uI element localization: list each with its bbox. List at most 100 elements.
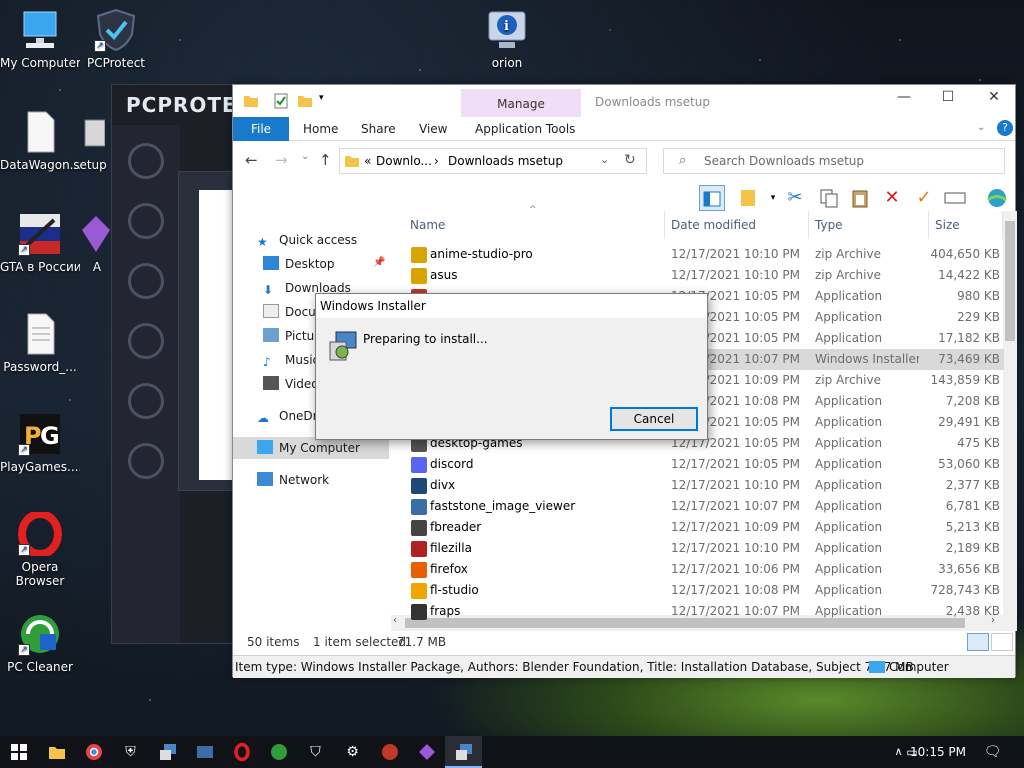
nav-pictures[interactable]: Pictur <box>263 325 319 347</box>
chrome-taskbar-icon[interactable] <box>75 736 112 768</box>
column-header-type[interactable]: Type <box>809 211 929 239</box>
speedometer-icon[interactable] <box>128 263 164 299</box>
tab-manage[interactable]: Manage <box>461 89 581 118</box>
desktop-icon-pc-cleaner[interactable]: ↗ PC Cleaner <box>0 612 80 674</box>
nav-my-computer[interactable]: My Computer <box>233 437 389 459</box>
shield-taskbar-icon[interactable]: ⛨ <box>112 736 149 768</box>
breadcrumb-downloads[interactable]: Downlo... <box>376 154 432 168</box>
scroll-thumb[interactable] <box>1005 221 1015 341</box>
properties-icon[interactable] <box>273 93 289 109</box>
customize-qat-icon[interactable]: ▾ <box>319 93 335 109</box>
windows-installer-taskbar-icon[interactable] <box>445 736 482 768</box>
opera-taskbar-icon[interactable] <box>223 736 260 768</box>
search-input[interactable]: Search Downloads msetup <box>663 148 1005 174</box>
tab-view[interactable]: View <box>419 122 447 136</box>
gear-icon[interactable] <box>128 443 164 479</box>
properties-dropdown-icon[interactable]: ▾ <box>766 185 780 211</box>
installer-taskbar-icon[interactable] <box>149 736 186 768</box>
globe-icon[interactable] <box>984 185 1010 211</box>
notifications-icon[interactable]: 🗨 <box>974 736 1011 768</box>
file-row[interactable]: fraps 12/17/2021 10:07 PM Application 2,438… <box>401 601 1004 622</box>
expand-ribbon-icon[interactable]: ⌄ <box>977 122 985 133</box>
large-icons-view-icon[interactable] <box>991 633 1013 651</box>
new-folder-icon[interactable] <box>297 93 313 109</box>
gem-taskbar-icon[interactable] <box>408 736 445 768</box>
folder-icon[interactable] <box>243 93 259 109</box>
file-row[interactable]: firefox 12/17/2021 10:06 PM Application 33,… <box>401 559 1004 580</box>
cut-icon[interactable]: ✂ <box>782 185 808 211</box>
address-bar[interactable]: « Downlo... › Downloads msetup ⌄ ↻ <box>339 148 647 174</box>
help-icon[interactable]: ? <box>997 120 1013 136</box>
refresh-icon[interactable]: ↻ <box>624 152 636 168</box>
file-row[interactable]: fbreader 12/17/2021 10:09 PM Application 5,… <box>401 517 1004 538</box>
shield-check-icon[interactable] <box>128 143 164 179</box>
key-icon[interactable] <box>128 323 164 359</box>
desktop-icon-pcprotect[interactable]: ↗ PCProtect <box>76 8 156 70</box>
image-viewer-taskbar-icon[interactable] <box>186 736 223 768</box>
nav-quick-access[interactable]: ★ Quick access <box>257 229 357 251</box>
pc-cleaner-taskbar-icon[interactable] <box>260 736 297 768</box>
up-icon[interactable]: ↑ <box>319 151 332 169</box>
desktop-icon-setup[interactable]: setup <box>70 110 110 172</box>
pcprotect-window[interactable]: PCPROTEC <box>111 84 251 644</box>
desktop-icon-password[interactable]: Password_... <box>0 312 80 374</box>
file-row[interactable]: discord 12/17/2021 10:05 PM Application 53,… <box>401 454 1004 475</box>
file-row[interactable]: divx 12/17/2021 10:10 PM Application 2,377 … <box>401 475 1004 496</box>
vertical-scrollbar[interactable] <box>1003 211 1017 631</box>
pcprotect-taskbar-icon[interactable]: ⛉ <box>297 736 334 768</box>
details-view-icon[interactable] <box>967 633 989 651</box>
tab-application-tools[interactable]: Application Tools <box>475 122 575 136</box>
desktop-icon-orion[interactable]: i orion <box>467 8 547 70</box>
nav-desktop[interactable]: Desktop <box>263 253 335 275</box>
tab-file[interactable]: File <box>233 117 289 141</box>
desktop-icon-opera[interactable]: ↗ Opera Browser <box>0 510 80 588</box>
paste-icon[interactable] <box>847 185 873 211</box>
cancel-button[interactable]: Cancel <box>610 407 698 431</box>
file-row[interactable]: filezilla 12/17/2021 10:10 PM Application 2… <box>401 538 1004 559</box>
column-header-size[interactable]: Size <box>929 211 1003 239</box>
add-user-icon[interactable] <box>128 383 164 419</box>
nav-network[interactable]: Network <box>257 469 329 491</box>
recent-locations-icon[interactable]: ⌄ <box>301 151 309 162</box>
scroll-left-icon[interactable]: ‹ <box>393 615 397 626</box>
nav-videos[interactable]: Video <box>263 373 319 395</box>
properties-tool-icon[interactable] <box>736 185 762 211</box>
preview-pane-icon[interactable] <box>699 185 725 211</box>
file-explorer-taskbar-icon[interactable] <box>38 736 75 768</box>
nav-music[interactable]: ♪ Music <box>263 349 319 371</box>
back-icon[interactable]: ← <box>245 151 258 169</box>
minimize-icon[interactable]: — <box>881 89 927 111</box>
windows-installer-dialog[interactable]: Windows Installer Preparing to install..… <box>315 293 708 440</box>
file-row[interactable]: anime-studio-pro 12/17/2021 10:10 PM zip A… <box>401 244 1004 265</box>
clock[interactable]: 10:15 PM <box>908 736 968 768</box>
breadcrumb-downloads-msetup[interactable]: Downloads msetup <box>448 154 563 168</box>
close-icon[interactable]: ✕ <box>971 89 1017 111</box>
copy-icon[interactable] <box>816 185 842 211</box>
address-dropdown-icon[interactable]: ⌄ <box>600 153 609 166</box>
column-header-date[interactable]: Date modified <box>665 211 809 239</box>
column-header-name[interactable]: Name <box>401 211 665 239</box>
quick-access-toolbar: ▾ Manage Downloads msetup — ☐ ✕ <box>233 85 1017 118</box>
desktop-icon-datawagon[interactable]: DataWagon... <box>0 110 80 172</box>
pin-icon[interactable]: 📌 <box>373 257 385 268</box>
select-all-icon[interactable] <box>942 185 968 211</box>
desktop-icon-a[interactable]: A <box>82 212 112 274</box>
tab-share[interactable]: Share <box>361 122 396 136</box>
address-overflow[interactable]: « <box>364 154 371 168</box>
item-details: Item type: Windows Installer Package, Au… <box>235 660 914 674</box>
start-windows-icon[interactable] <box>0 736 37 768</box>
tab-home[interactable]: Home <box>303 122 338 136</box>
desktop-icon-playgames[interactable]: P G ↗ PlayGames.... <box>0 412 80 474</box>
fingerprint-icon[interactable] <box>128 203 164 239</box>
forward-icon[interactable]: → <box>275 151 288 169</box>
rename-icon[interactable]: ✓ <box>911 185 937 211</box>
file-row[interactable]: asus 12/17/2021 10:10 PM zip Archive 14,422… <box>401 265 1004 286</box>
desktop-icon-gta[interactable]: ↗ GTA в России <box>0 212 80 274</box>
delete-icon[interactable]: ✕ <box>879 185 905 211</box>
maximize-icon[interactable]: ☐ <box>925 89 971 111</box>
desktop-icon-my-computer[interactable]: My Computer <box>0 8 80 70</box>
red-app-taskbar-icon[interactable] <box>371 736 408 768</box>
settings-taskbar-icon[interactable]: ⚙ <box>334 736 371 768</box>
file-row[interactable]: fl-studio 12/17/2021 10:08 PM Application 7… <box>401 580 1004 601</box>
file-row[interactable]: faststone_image_viewer 12/17/2021 10:07 P… <box>401 496 1004 517</box>
